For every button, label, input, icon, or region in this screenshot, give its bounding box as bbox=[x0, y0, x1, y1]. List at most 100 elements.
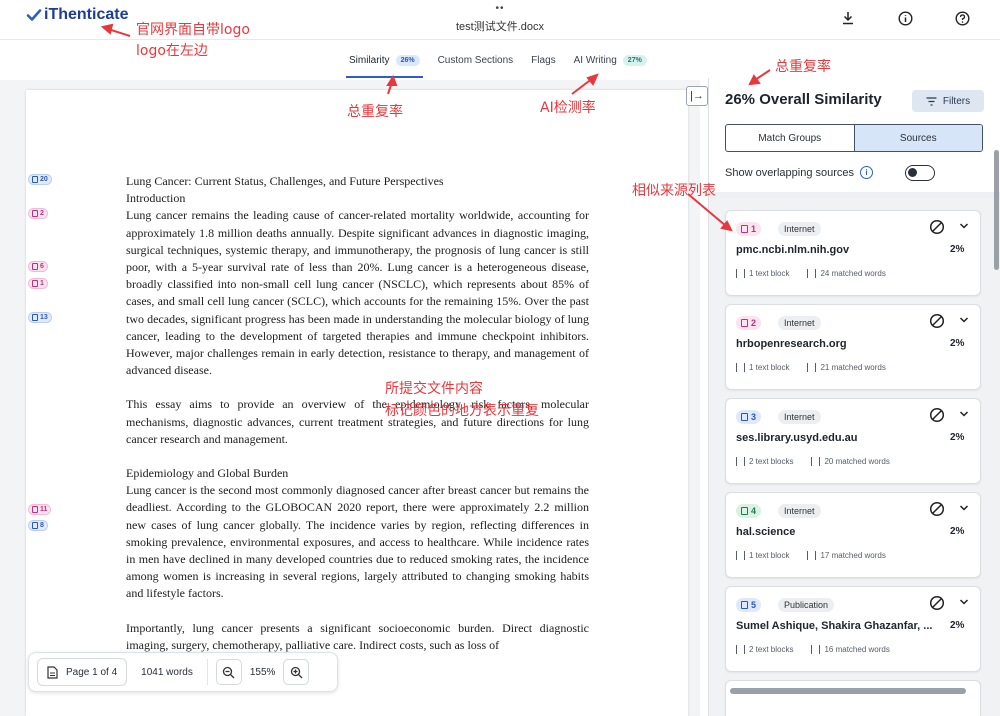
match-marker[interactable]: 8 bbox=[28, 520, 48, 531]
exclude-source-icon[interactable] bbox=[929, 219, 945, 235]
overlapping-sources-row: Show overlapping sources i bbox=[725, 166, 874, 179]
paragraph-epidemiology: Lung cancer is the second most commonly … bbox=[126, 483, 589, 601]
tab-ai-writing[interactable]: AI Writing 27% bbox=[565, 48, 656, 72]
chevron-down-icon[interactable] bbox=[958, 219, 970, 233]
document-title-line: Lung Cancer: Current Status, Challenges,… bbox=[126, 174, 444, 188]
text-block-count: 1 text block bbox=[749, 269, 790, 278]
annotation-text: 所提交文件内容 bbox=[385, 381, 483, 397]
chevron-down-icon[interactable] bbox=[958, 501, 970, 515]
zoom-in-button[interactable] bbox=[283, 659, 310, 685]
zoom-out-button[interactable] bbox=[215, 659, 242, 685]
source-card[interactable]: 2 Internet hrbopenresearch.org 2% 1 text… bbox=[725, 304, 981, 390]
exclude-source-icon[interactable] bbox=[929, 313, 945, 329]
source-name[interactable]: ses.library.usyd.edu.au bbox=[736, 432, 941, 444]
overlapping-sources-toggle[interactable] bbox=[905, 165, 935, 181]
tab-label: Custom Sections bbox=[437, 54, 514, 66]
source-card[interactable]: 5 Publication Sumel Ashique, Shakira Gha… bbox=[725, 586, 981, 672]
tab-label: Flags bbox=[531, 54, 556, 66]
info-icon[interactable] bbox=[895, 8, 915, 28]
source-name[interactable]: pmc.ncbi.nlm.nih.gov bbox=[736, 244, 941, 256]
text-block-icon bbox=[736, 269, 745, 278]
source-type-badge: Internet bbox=[778, 504, 821, 518]
source-name[interactable]: hrbopenresearch.org bbox=[736, 338, 941, 350]
chevron-down-icon[interactable] bbox=[958, 407, 970, 421]
source-percent: 2% bbox=[950, 526, 965, 537]
annotation-text: logo在左边 bbox=[136, 43, 208, 59]
source-number: 5 bbox=[751, 600, 757, 610]
tab-similarity[interactable]: Similarity 26% bbox=[340, 48, 429, 78]
download-icon[interactable] bbox=[838, 8, 858, 28]
match-marker-number: 1 bbox=[40, 280, 44, 287]
document-icon bbox=[32, 506, 38, 513]
match-marker-number: 13 bbox=[40, 314, 48, 321]
match-marker-number: 6 bbox=[40, 263, 44, 270]
source-name[interactable]: Sumel Ashique, Shakira Ghazanfar, ... bbox=[736, 620, 941, 632]
text-block-count: 1 text block bbox=[749, 551, 790, 560]
section-heading: Epidemiology and Global Burden bbox=[126, 466, 289, 481]
page-label: Page 1 of 4 bbox=[66, 666, 118, 678]
overall-similarity-title: 26% Overall Similarity bbox=[725, 91, 882, 108]
page-indicator[interactable]: Page 1 of 4 bbox=[37, 658, 128, 686]
matched-words-icon bbox=[807, 551, 817, 560]
document-toolbar: Page 1 of 4 1041 words 155% bbox=[28, 652, 338, 692]
zoom-level: 155% bbox=[249, 666, 276, 678]
annotation-text: AI检测率 bbox=[540, 100, 596, 116]
source-card[interactable]: 1 Internet pmc.ncbi.nlm.nih.gov 2% 1 tex… bbox=[725, 210, 981, 296]
chevron-down-icon[interactable] bbox=[958, 313, 970, 327]
section-heading: Introduction bbox=[126, 191, 186, 206]
matched-words-count: 16 matched words bbox=[824, 645, 890, 654]
source-meta: 1 text block 24 matched words bbox=[736, 269, 886, 278]
matched-words-count: 21 matched words bbox=[820, 363, 886, 372]
collapse-panel-button[interactable]: |→ bbox=[686, 86, 708, 106]
exclude-source-icon[interactable] bbox=[929, 407, 945, 423]
match-marker-number: 8 bbox=[40, 522, 44, 529]
filters-button[interactable]: Filters bbox=[912, 90, 984, 112]
chevron-down-icon[interactable] bbox=[958, 595, 970, 609]
document-icon bbox=[32, 522, 38, 529]
horizontal-scrollbar[interactable] bbox=[730, 688, 966, 694]
source-type-badge: Internet bbox=[778, 316, 821, 330]
info-icon[interactable]: i bbox=[860, 166, 874, 179]
match-marker[interactable]: 1 bbox=[28, 278, 48, 289]
document-icon bbox=[32, 210, 38, 217]
source-card[interactable] bbox=[725, 680, 981, 716]
source-card[interactable]: 3 Internet ses.library.usyd.edu.au 2% 2 … bbox=[725, 398, 981, 484]
tab-flags[interactable]: Flags bbox=[522, 48, 564, 72]
source-percent: 2% bbox=[950, 338, 965, 349]
source-number-badge: 4 bbox=[736, 504, 762, 518]
exclude-source-icon[interactable] bbox=[929, 501, 945, 517]
document-icon bbox=[741, 507, 748, 515]
annotation-text: 相似来源列表 bbox=[632, 183, 716, 199]
matched-words-icon bbox=[811, 645, 821, 654]
source-list: 1 Internet pmc.ncbi.nlm.nih.gov 2% 1 tex… bbox=[709, 198, 1000, 716]
document-icon bbox=[32, 280, 38, 287]
source-meta: 2 text blocks 20 matched words bbox=[736, 457, 890, 466]
matched-words-count: 24 matched words bbox=[820, 269, 886, 278]
paragraph-introduction: Lung cancer remains the leading cause of… bbox=[126, 208, 589, 378]
source-name[interactable]: hal.science bbox=[736, 526, 941, 538]
match-groups-button[interactable]: Match Groups bbox=[726, 125, 854, 151]
tab-custom-sections[interactable]: Custom Sections bbox=[429, 48, 523, 72]
source-number: 3 bbox=[751, 412, 757, 422]
exclude-source-icon[interactable] bbox=[929, 595, 945, 611]
sources-button[interactable]: Sources bbox=[853, 125, 982, 151]
source-card[interactable]: 4 Internet hal.science 2% 1 text block 17… bbox=[725, 492, 981, 578]
overlap-label: Show overlapping sources bbox=[725, 166, 855, 179]
match-marker[interactable]: 6 bbox=[28, 261, 48, 272]
help-icon[interactable] bbox=[952, 8, 972, 28]
panel-scrollbar[interactable] bbox=[994, 150, 999, 270]
source-type-badge: Internet bbox=[778, 222, 821, 236]
document-icon bbox=[32, 176, 38, 183]
annotation-text: 总重复率 bbox=[775, 59, 831, 75]
match-marker[interactable]: 20 bbox=[28, 174, 52, 185]
text-block-icon bbox=[736, 551, 745, 560]
match-marker[interactable]: 2 bbox=[28, 208, 48, 219]
source-number: 1 bbox=[751, 224, 757, 234]
match-marker[interactable]: 13 bbox=[28, 312, 52, 323]
source-number: 4 bbox=[751, 506, 757, 516]
annotation-text: 总重复率 bbox=[347, 104, 403, 120]
match-marker[interactable]: 11 bbox=[28, 504, 52, 515]
source-percent: 2% bbox=[950, 432, 965, 443]
match-marker-number: 20 bbox=[40, 176, 48, 183]
document-icon bbox=[741, 319, 748, 327]
